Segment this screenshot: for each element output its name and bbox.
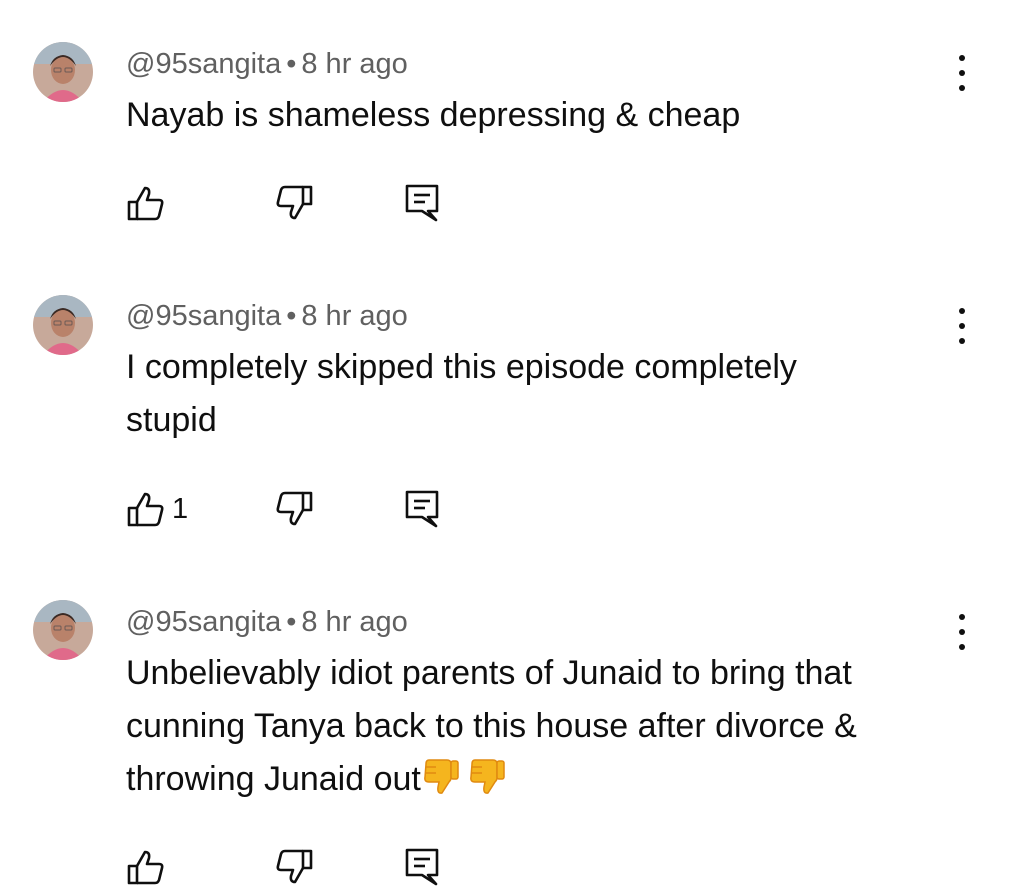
meta-separator: •	[286, 48, 297, 80]
comment-text-line: cunning Tanya back to this house after d…	[126, 707, 857, 745]
thumb-down-icon	[276, 491, 313, 526]
comment-meta: @95sangita • 8 hr ago	[126, 47, 408, 81]
like-button[interactable]	[126, 845, 172, 889]
author-name[interactable]: @95sangita	[126, 48, 281, 80]
comment-text-line: Nayab is shameless depressing & cheap	[126, 96, 741, 134]
like-button[interactable]: 1	[126, 487, 188, 531]
comment-text-line: stupid	[126, 401, 217, 439]
avatar[interactable]	[33, 600, 93, 660]
reply-button[interactable]	[404, 845, 440, 889]
comment-text-line: I completely skipped this episode comple…	[126, 348, 797, 386]
thumbs-down-emoji	[467, 756, 507, 812]
more-vert-icon[interactable]	[948, 306, 976, 346]
more-vert-icon[interactable]	[948, 53, 976, 93]
like-button[interactable]	[126, 181, 172, 225]
reply-icon	[405, 184, 439, 222]
comment-text: Unbelievably idiot parents of Junaid to …	[126, 647, 936, 812]
reply-icon	[405, 848, 439, 886]
comment-time: 8 hr ago	[301, 300, 408, 332]
comment-text-segment: throwing Junaid out	[126, 760, 421, 798]
comment-text: I completely skipped this episode comple…	[126, 341, 936, 447]
author-name[interactable]: @95sangita	[126, 606, 281, 638]
thumb-down-icon	[276, 185, 313, 220]
thumb-up-icon	[127, 186, 164, 221]
avatar[interactable]	[33, 295, 93, 355]
comment-text-line: Unbelievably idiot parents of Junaid to …	[126, 654, 852, 692]
avatar[interactable]	[33, 42, 93, 102]
dislike-button[interactable]	[274, 487, 314, 531]
comment-text-line: throwing Junaid out	[126, 753, 936, 812]
comment-meta: @95sangita • 8 hr ago	[126, 299, 408, 333]
meta-separator: •	[286, 606, 297, 638]
thumbs-down-emoji	[421, 756, 461, 812]
comment-meta: @95sangita • 8 hr ago	[126, 605, 408, 639]
like-count: 1	[172, 492, 189, 525]
dislike-button[interactable]	[274, 181, 314, 225]
more-vert-icon[interactable]	[948, 612, 976, 652]
comment-time: 8 hr ago	[301, 606, 408, 638]
thumb-up-icon	[127, 850, 164, 885]
author-name[interactable]: @95sangita	[126, 300, 281, 332]
thumb-up-icon	[127, 492, 164, 527]
comment-text: Nayab is shameless depressing & cheap	[126, 89, 936, 142]
meta-separator: •	[286, 300, 297, 332]
dislike-button[interactable]	[274, 845, 314, 889]
reply-button[interactable]	[404, 487, 440, 531]
comment-time: 8 hr ago	[301, 48, 408, 80]
thumb-down-icon	[276, 849, 313, 884]
reply-icon	[405, 490, 439, 528]
reply-button[interactable]	[404, 181, 440, 225]
